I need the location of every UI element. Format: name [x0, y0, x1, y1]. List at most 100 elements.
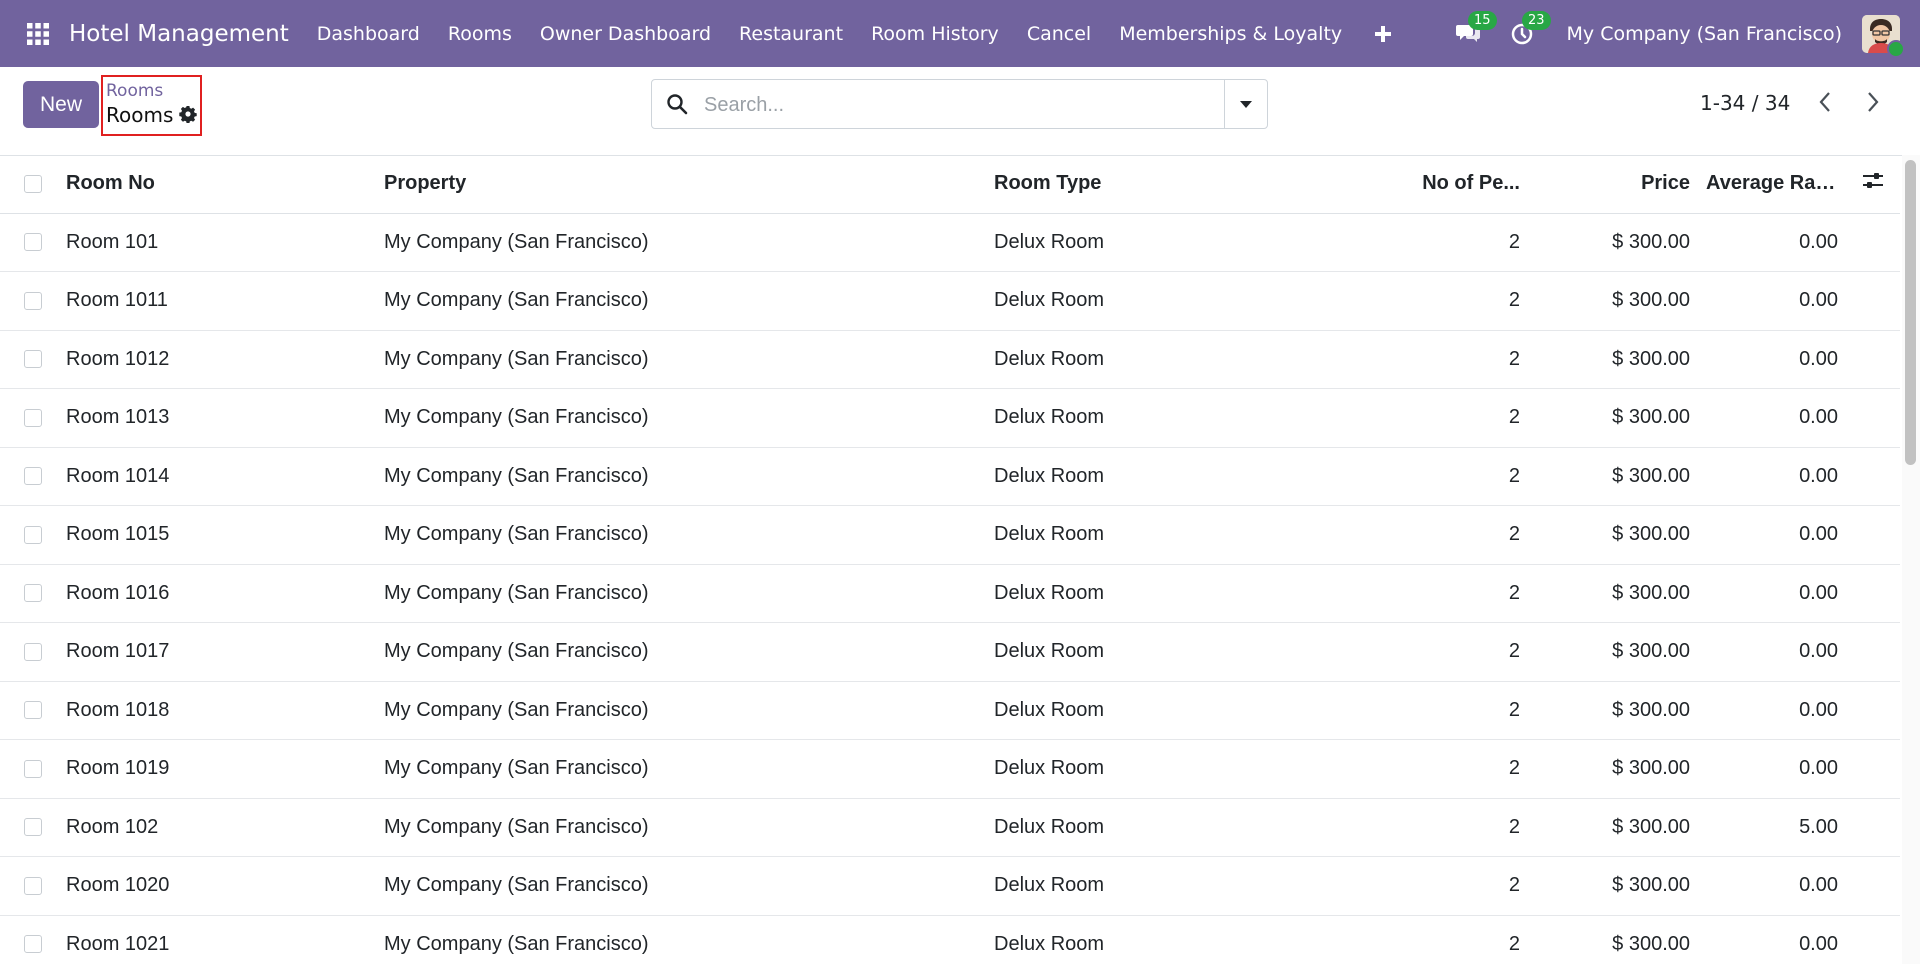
pager-value[interactable]: 1-34 / 34 — [1700, 91, 1790, 115]
cell-no-of-persons: 2 — [1508, 874, 1520, 897]
app-title[interactable]: Hotel Management — [69, 21, 289, 47]
messages-icon[interactable]: 15 — [1451, 10, 1497, 51]
header-room-no[interactable]: Room No — [58, 155, 376, 213]
row-spacer-cell — [1846, 564, 1900, 623]
table-row[interactable]: Room 1019 My Company (San Francisco) Delux… — [0, 740, 1900, 799]
cell-price: $ 300.00 — [1612, 757, 1690, 780]
menu-restaurant[interactable]: Restaurant — [725, 23, 857, 45]
pager-next-button[interactable] — [1862, 87, 1884, 117]
menu-memberships-loyalty[interactable]: Memberships & Loyalty — [1105, 23, 1356, 45]
row-checkbox[interactable] — [24, 642, 42, 661]
cell-no-of-persons: 2 — [1508, 640, 1520, 663]
gear-icon[interactable] — [179, 105, 197, 127]
menu-rooms[interactable]: Rooms — [434, 23, 526, 45]
table-row[interactable]: Room 1021 My Company (San Francisco) Delux… — [0, 915, 1900, 964]
header-property[interactable]: Property — [376, 155, 986, 213]
activities-clock-icon[interactable]: 23 — [1505, 10, 1551, 51]
cell-room-type: Delux Room — [994, 874, 1105, 897]
table-row[interactable]: Room 1016 My Company (San Francisco) Delux… — [0, 564, 1900, 623]
table-row[interactable]: Room 1018 My Company (San Francisco) Delux… — [0, 681, 1900, 740]
row-checkbox[interactable] — [24, 935, 42, 954]
select-all-cell — [0, 155, 58, 213]
row-spacer-cell — [1846, 330, 1900, 389]
row-checkbox[interactable] — [24, 876, 42, 895]
cell-average-rating: 0.00 — [1799, 289, 1838, 312]
apps-grid-icon[interactable] — [23, 19, 53, 49]
cell-room-type: Delux Room — [994, 406, 1105, 429]
row-spacer-cell — [1846, 272, 1900, 331]
cell-average-rating: 0.00 — [1799, 406, 1838, 429]
header-price[interactable]: Price — [1528, 155, 1698, 213]
cell-property: My Company (San Francisco) — [384, 523, 649, 546]
cell-price: $ 300.00 — [1612, 347, 1690, 370]
cell-no-of-persons: 2 — [1508, 932, 1520, 955]
cell-no-of-persons: 2 — [1508, 230, 1520, 253]
scrollbar-thumb[interactable] — [1905, 160, 1916, 465]
table-row[interactable]: Room 101 My Company (San Francisco) Delux … — [0, 213, 1900, 272]
cell-average-rating: 0.00 — [1799, 757, 1838, 780]
cell-room-no: Room 1013 — [66, 406, 170, 429]
table-row[interactable]: Room 102 My Company (San Francisco) Delux … — [0, 798, 1900, 857]
search-input[interactable] — [702, 88, 1206, 122]
row-checkbox[interactable] — [24, 818, 42, 837]
row-spacer-cell — [1846, 623, 1900, 682]
menu-room-history[interactable]: Room History — [857, 23, 1013, 45]
row-checkbox[interactable] — [24, 525, 42, 544]
row-checkbox[interactable] — [24, 408, 42, 427]
cell-room-type: Delux Room — [994, 581, 1105, 604]
search-options-toggle[interactable] — [1224, 80, 1267, 128]
select-all-checkbox[interactable] — [24, 174, 42, 193]
row-select-cell — [0, 213, 58, 272]
optional-columns-toggle[interactable] — [1846, 155, 1900, 213]
row-spacer-cell — [1846, 213, 1900, 272]
row-select-cell — [0, 330, 58, 389]
rooms-list-view: Room No Property Room Type No of Pe... P… — [0, 155, 1900, 964]
sliders-icon — [1863, 172, 1883, 188]
cell-price: $ 300.00 — [1612, 698, 1690, 721]
table-row[interactable]: Room 1012 My Company (San Francisco) Delux… — [0, 330, 1900, 389]
row-checkbox[interactable] — [24, 759, 42, 778]
row-select-cell — [0, 447, 58, 506]
pager-previous-button[interactable] — [1814, 87, 1836, 117]
row-spacer-cell — [1846, 681, 1900, 740]
row-checkbox[interactable] — [24, 233, 42, 252]
row-checkbox[interactable] — [24, 584, 42, 603]
header-room-type[interactable]: Room Type — [986, 155, 1366, 213]
new-button[interactable]: New — [23, 81, 99, 128]
menu-owner-dashboard[interactable]: Owner Dashboard — [526, 23, 725, 45]
table-row[interactable]: Room 1017 My Company (San Francisco) Delux… — [0, 623, 1900, 682]
user-avatar[interactable] — [1862, 14, 1905, 58]
company-switcher[interactable]: My Company (San Francisco) — [1567, 23, 1842, 45]
cell-average-rating: 0.00 — [1799, 464, 1838, 487]
cell-price: $ 300.00 — [1612, 581, 1690, 604]
table-row[interactable]: Room 1013 My Company (San Francisco) Delux… — [0, 389, 1900, 448]
table-row[interactable]: Room 1011 My Company (San Francisco) Delux… — [0, 272, 1900, 331]
cell-price: $ 300.00 — [1612, 815, 1690, 838]
row-checkbox[interactable] — [24, 350, 42, 369]
breadcrumb-parent-link[interactable]: Rooms — [106, 81, 163, 101]
cell-room-type: Delux Room — [994, 815, 1105, 838]
cell-average-rating: 0.00 — [1799, 347, 1838, 370]
plus-icon[interactable] — [1366, 17, 1400, 51]
row-checkbox[interactable] — [24, 701, 42, 720]
cell-property: My Company (San Francisco) — [384, 289, 649, 312]
menu-cancel[interactable]: Cancel — [1013, 23, 1105, 45]
row-checkbox[interactable] — [24, 291, 42, 310]
search-bar — [651, 79, 1268, 129]
cell-no-of-persons: 2 — [1508, 815, 1520, 838]
chevron-right-icon — [1868, 92, 1879, 112]
cell-room-type: Delux Room — [994, 230, 1105, 253]
menu-dashboard[interactable]: Dashboard — [303, 23, 434, 45]
row-checkbox[interactable] — [24, 467, 42, 486]
chevron-left-icon — [1819, 92, 1830, 112]
cell-property: My Company (San Francisco) — [384, 640, 649, 663]
cell-room-no: Room 101 — [66, 230, 159, 253]
header-average-rating[interactable]: Average Rat... — [1698, 155, 1846, 213]
row-select-cell — [0, 389, 58, 448]
row-spacer-cell — [1846, 447, 1900, 506]
table-row[interactable]: Room 1020 My Company (San Francisco) Delux… — [0, 857, 1900, 915]
row-spacer-cell — [1846, 740, 1900, 799]
table-row[interactable]: Room 1014 My Company (San Francisco) Delux… — [0, 447, 1900, 506]
header-no-of-persons[interactable]: No of Pe... — [1366, 155, 1528, 213]
table-row[interactable]: Room 1015 My Company (San Francisco) Delux… — [0, 506, 1900, 564]
